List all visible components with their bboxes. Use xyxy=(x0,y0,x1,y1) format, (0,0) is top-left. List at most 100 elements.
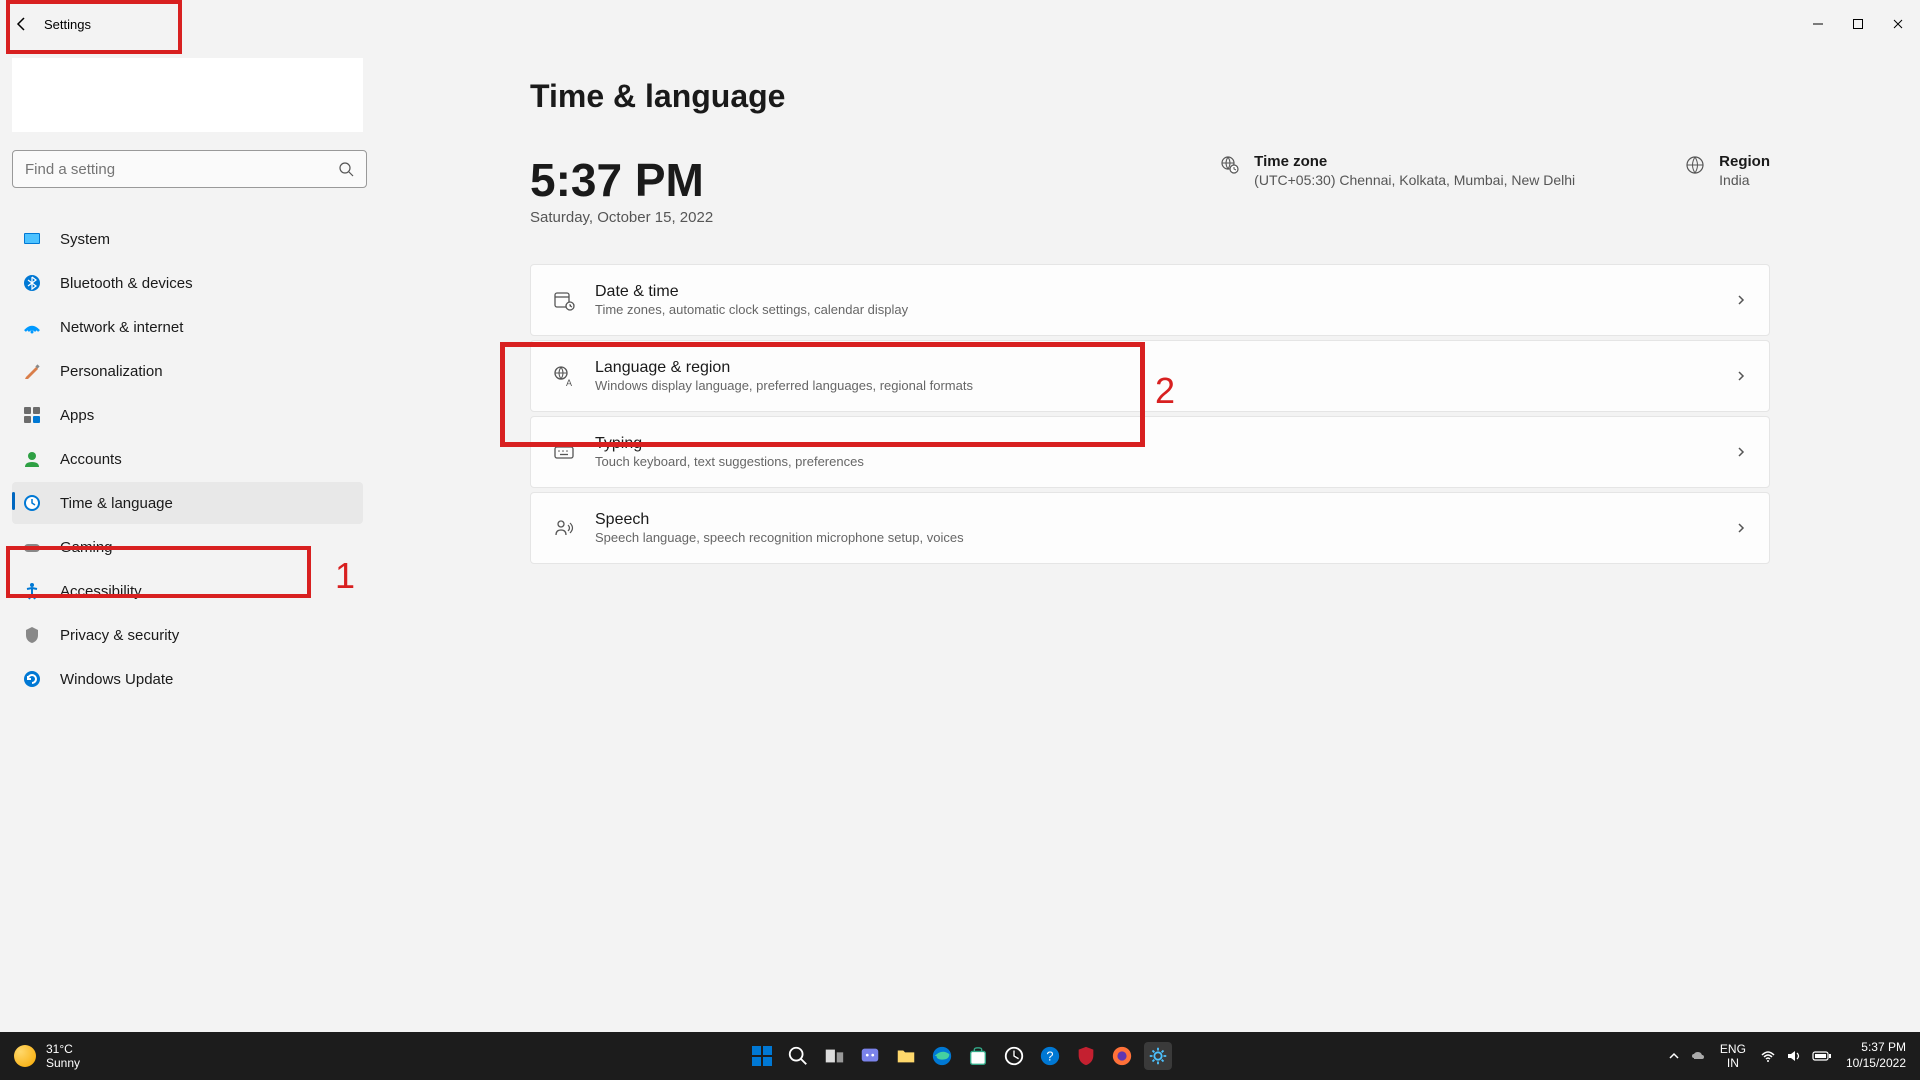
card-subtitle: Touch keyboard, text suggestions, prefer… xyxy=(595,454,864,469)
svg-text:?: ? xyxy=(1046,1049,1053,1064)
search-icon xyxy=(338,161,354,177)
sidebar-item-bluetooth[interactable]: Bluetooth & devices xyxy=(12,262,363,304)
gaming-icon xyxy=(22,537,42,557)
nav-label: Personalization xyxy=(60,363,163,380)
search-input[interactable] xyxy=(25,161,338,178)
close-icon xyxy=(1892,18,1904,30)
taskview-icon xyxy=(823,1045,845,1067)
card-language-region[interactable]: A Language & region Windows display lang… xyxy=(530,340,1770,412)
taskbar-app1[interactable] xyxy=(1000,1042,1028,1070)
nav-label: Accounts xyxy=(60,451,122,468)
card-typing[interactable]: Typing Touch keyboard, text suggestions,… xyxy=(530,416,1770,488)
taskbar-right: ENG IN 5:37 PM 10/15/2022 xyxy=(1668,1040,1906,1071)
chat-icon xyxy=(859,1045,881,1067)
nav-label: Gaming xyxy=(60,539,113,556)
sidebar-item-accessibility[interactable]: Accessibility xyxy=(12,570,363,612)
sidebar-item-time-language[interactable]: Time & language xyxy=(12,482,363,524)
weather-temp: 31°C xyxy=(46,1042,80,1056)
taskbar-help[interactable]: ? xyxy=(1036,1042,1064,1070)
taskbar-explorer[interactable] xyxy=(892,1042,920,1070)
keyboard-icon xyxy=(553,441,575,463)
user-area xyxy=(12,58,363,132)
minimize-button[interactable] xyxy=(1808,14,1828,34)
titlebar: Settings xyxy=(0,0,1920,48)
taskbar-chat[interactable] xyxy=(856,1042,884,1070)
nav-list: System Bluetooth & devices Network & int… xyxy=(12,218,363,700)
tray-icons[interactable] xyxy=(1668,1050,1706,1062)
sidebar-item-personalization[interactable]: Personalization xyxy=(12,350,363,392)
taskbar-mcafee[interactable] xyxy=(1072,1042,1100,1070)
card-date-time[interactable]: Date & time Time zones, automatic clock … xyxy=(530,264,1770,336)
annotation-2: 2 xyxy=(1155,370,1175,412)
taskbar-store[interactable] xyxy=(964,1042,992,1070)
taskbar: 31°C Sunny ? ENG IN 5:37 PM xyxy=(0,1032,1920,1080)
arrow-left-icon xyxy=(12,14,32,34)
sidebar-item-accounts[interactable]: Accounts xyxy=(12,438,363,480)
chevron-right-icon xyxy=(1735,294,1747,306)
card-title: Language & region xyxy=(595,359,973,377)
taskbar-search[interactable] xyxy=(784,1042,812,1070)
time-block: 5:37 PM Saturday, October 15, 2022 xyxy=(530,153,713,226)
card-subtitle: Windows display language, preferred lang… xyxy=(595,378,973,393)
nav-label: Apps xyxy=(60,407,94,424)
nav-label: Accessibility xyxy=(60,583,142,600)
annotation-1: 1 xyxy=(335,555,355,597)
language-indicator[interactable]: ENG IN xyxy=(1720,1042,1746,1071)
taskbar-settings[interactable] xyxy=(1144,1042,1172,1070)
taskbar-taskview[interactable] xyxy=(820,1042,848,1070)
sidebar-item-system[interactable]: System xyxy=(12,218,363,260)
system-icon xyxy=(22,229,42,249)
chevron-right-icon xyxy=(1735,370,1747,382)
bluetooth-icon xyxy=(22,273,42,293)
chevron-right-icon xyxy=(1735,446,1747,458)
taskbar-edge[interactable] xyxy=(928,1042,956,1070)
sidebar-item-apps[interactable]: Apps xyxy=(12,394,363,436)
shield-icon xyxy=(1075,1045,1097,1067)
sidebar-item-gaming[interactable]: Gaming xyxy=(12,526,363,568)
nav-label: Network & internet xyxy=(60,319,183,336)
search-icon xyxy=(787,1045,809,1067)
edge-icon xyxy=(931,1045,953,1067)
network-icon xyxy=(22,317,42,337)
card-subtitle: Time zones, automatic clock settings, ca… xyxy=(595,302,908,317)
clock-date: 10/15/2022 xyxy=(1846,1056,1906,1072)
sidebar: System Bluetooth & devices Network & int… xyxy=(0,48,375,1032)
lang-line2: IN xyxy=(1720,1056,1746,1070)
nav-label: Windows Update xyxy=(60,671,173,688)
apps-icon xyxy=(22,405,42,425)
lang-line1: ENG xyxy=(1720,1042,1746,1056)
chevron-up-icon xyxy=(1668,1050,1680,1062)
clock-time: 5:37 PM xyxy=(1846,1040,1906,1056)
back-button[interactable] xyxy=(12,14,32,34)
taskbar-firefox[interactable] xyxy=(1108,1042,1136,1070)
card-title: Date & time xyxy=(595,283,908,301)
main-layout: System Bluetooth & devices Network & int… xyxy=(0,48,1920,1032)
taskbar-weather[interactable]: 31°C Sunny xyxy=(14,1042,80,1071)
search-box[interactable] xyxy=(12,150,367,188)
sun-icon xyxy=(14,1045,36,1067)
system-tray[interactable] xyxy=(1760,1049,1832,1063)
nav-label: Privacy & security xyxy=(60,627,179,644)
region-value: India xyxy=(1719,172,1770,188)
current-date: Saturday, October 15, 2022 xyxy=(530,209,713,226)
maximize-icon xyxy=(1852,18,1864,30)
globe-icon xyxy=(1685,155,1705,175)
start-button[interactable] xyxy=(748,1042,776,1070)
sidebar-item-update[interactable]: Windows Update xyxy=(12,658,363,700)
nav-label: System xyxy=(60,231,110,248)
card-subtitle: Speech language, speech recognition micr… xyxy=(595,530,964,545)
globe-clock-icon xyxy=(1220,155,1240,175)
maximize-button[interactable] xyxy=(1848,14,1868,34)
card-speech[interactable]: Speech Speech language, speech recogniti… xyxy=(530,492,1770,564)
app-title: Settings xyxy=(44,17,91,32)
taskbar-center: ? xyxy=(748,1042,1172,1070)
timezone-label: Time zone xyxy=(1254,153,1575,170)
taskbar-clock[interactable]: 5:37 PM 10/15/2022 xyxy=(1846,1040,1906,1071)
close-button[interactable] xyxy=(1888,14,1908,34)
timezone-block: Time zone (UTC+05:30) Chennai, Kolkata, … xyxy=(1220,153,1575,188)
sidebar-item-network[interactable]: Network & internet xyxy=(12,306,363,348)
nav-label: Bluetooth & devices xyxy=(60,275,193,292)
accessibility-icon xyxy=(22,581,42,601)
personalization-icon xyxy=(22,361,42,381)
sidebar-item-privacy[interactable]: Privacy & security xyxy=(12,614,363,656)
